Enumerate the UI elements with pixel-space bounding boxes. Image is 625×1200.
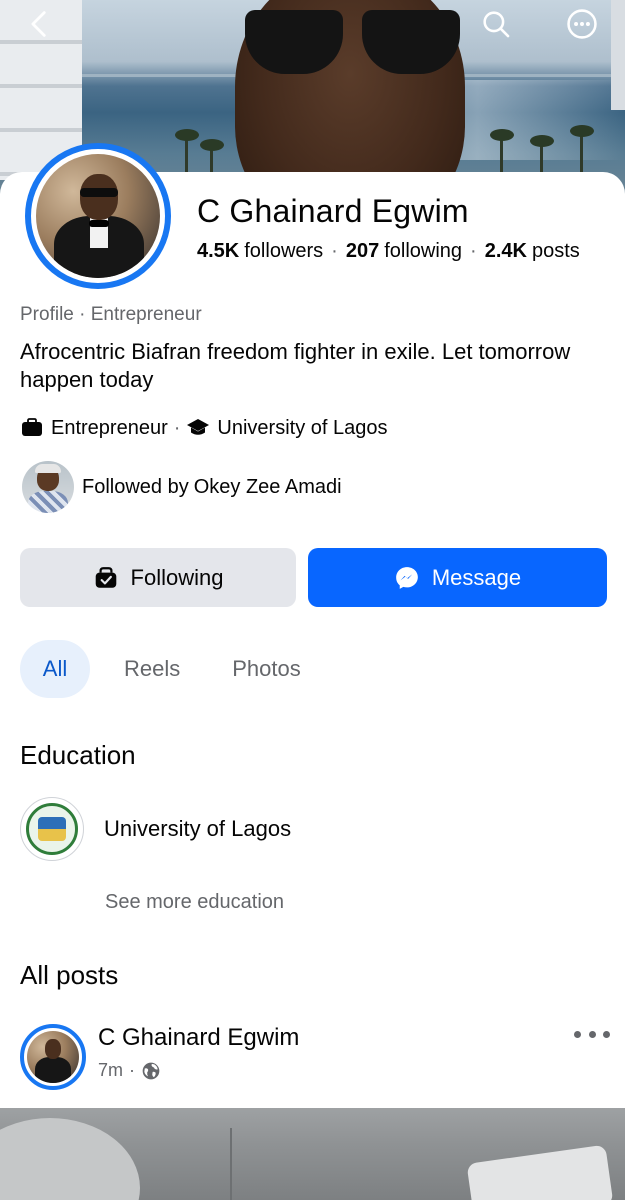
palm-tree (490, 129, 514, 175)
tab-all[interactable]: All (20, 640, 90, 698)
back-button[interactable] (20, 4, 60, 44)
profile-stats: 4.5K followers · 207 following · 2.4K po… (197, 240, 580, 263)
followers-count[interactable]: 4.5K (197, 240, 239, 263)
search-icon (483, 11, 510, 38)
followed-by-prefix: Followed by (82, 475, 189, 498)
post-header: C Ghainard Egwim 7m · (20, 1024, 610, 1090)
post-time[interactable]: 7m (98, 1060, 123, 1081)
dot (588, 1030, 596, 1038)
post-author-avatar[interactable] (20, 1024, 86, 1090)
followed-by-text: Followed by Okey Zee Amadi (82, 476, 342, 499)
mutual-friend-avatar[interactable] (22, 461, 74, 513)
palm-tree (200, 139, 224, 175)
tab-photos[interactable]: Photos (212, 640, 321, 698)
dot (603, 1030, 610, 1038)
followed-by[interactable]: Followed by Okey Zee Amadi (22, 461, 342, 513)
detail-work[interactable]: Entrepreneur (51, 417, 168, 440)
separator-dot: · (331, 240, 338, 262)
chevron-left-icon (31, 11, 46, 37)
university-logo[interactable] (20, 797, 84, 861)
following-label[interactable]: following (384, 240, 462, 263)
profile-category: Profile · Entrepreneur (20, 304, 202, 325)
more-options-icon (567, 9, 597, 39)
profile-details: Entrepreneur · University of Lagos (20, 416, 388, 440)
education-heading: Education (20, 740, 136, 770)
more-options-button[interactable] (562, 4, 602, 44)
separator-dot: · (173, 416, 181, 439)
search-button[interactable] (476, 4, 516, 44)
see-more-education-link[interactable]: See more education (105, 891, 284, 914)
separator-dot: · (129, 1060, 136, 1080)
profile-photo (36, 154, 160, 278)
post-more-options-button[interactable] (574, 1024, 610, 1044)
following-count[interactable]: 207 (346, 240, 379, 263)
palm-tree (175, 129, 199, 175)
education-item[interactable]: University of Lagos (20, 797, 291, 861)
post-meta: C Ghainard Egwim 7m · (98, 1024, 299, 1081)
following-check-icon (93, 565, 119, 591)
tab-reels[interactable]: Reels (104, 640, 200, 698)
messenger-icon (394, 565, 420, 591)
following-button[interactable]: Following (20, 548, 296, 607)
separator-dot: · (470, 240, 477, 262)
globe-icon (142, 1062, 160, 1079)
posts-count: 2.4K (484, 240, 527, 262)
followers-label[interactable]: followers (244, 240, 323, 263)
detail-school[interactable]: University of Lagos (217, 417, 387, 440)
all-posts-heading: All posts (20, 960, 119, 990)
post-image[interactable] (0, 1108, 625, 1200)
palm-tree (570, 125, 594, 175)
profile-name: C Ghainard Egwim (197, 193, 469, 229)
followed-by-name[interactable]: Okey Zee Amadi (194, 476, 342, 498)
dot (574, 1030, 581, 1038)
following-label: Following (130, 564, 224, 590)
message-button[interactable]: Message (308, 548, 607, 607)
graduation-cap-icon (186, 416, 210, 440)
cover-sunglasses (245, 10, 460, 76)
palm-tree (530, 135, 554, 175)
briefcase-icon (20, 416, 44, 440)
profile-bio: Afrocentric Biafran freedom fighter in e… (20, 339, 571, 392)
post-timestamp-row: 7m · (98, 1060, 299, 1081)
education-school-name[interactable]: University of Lagos (104, 816, 291, 842)
cover-building-right (611, 0, 625, 110)
post-author-name[interactable]: C Ghainard Egwim (98, 1024, 299, 1052)
profile-avatar[interactable] (25, 143, 171, 289)
message-label: Message (431, 564, 522, 590)
profile-tabs: All Reels Photos (20, 640, 321, 698)
posts-label: posts (531, 240, 580, 262)
